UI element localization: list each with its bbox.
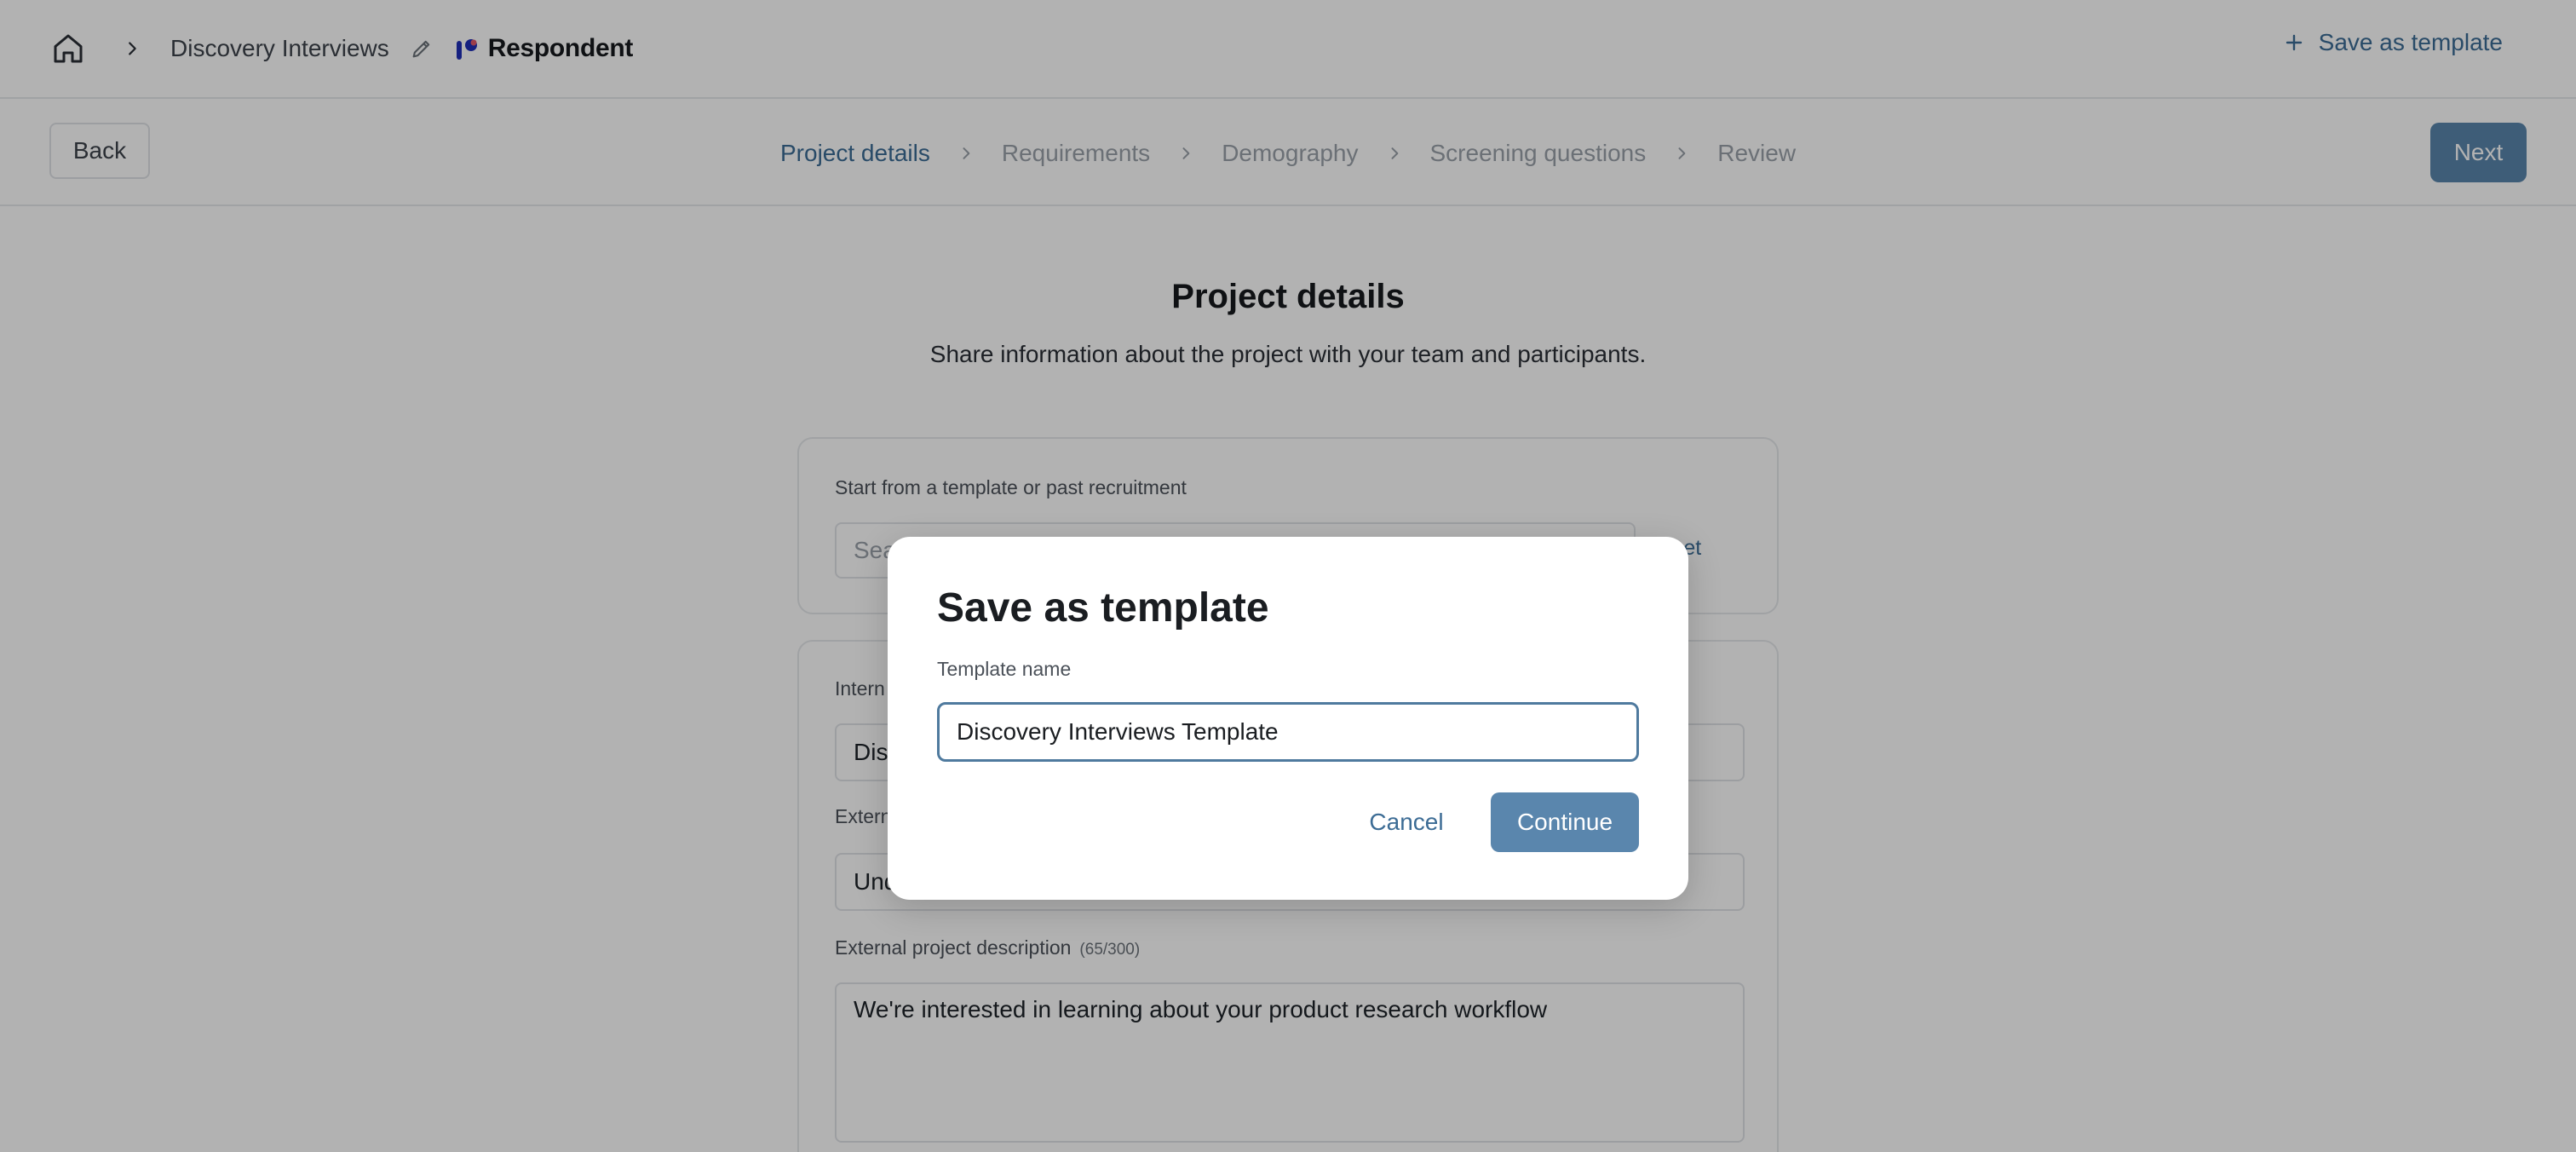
save-template-dialog: Save as template Template name Cancel Co…: [888, 537, 1688, 900]
continue-button[interactable]: Continue: [1491, 792, 1639, 852]
dialog-title: Save as template: [937, 585, 1269, 631]
cancel-button[interactable]: Cancel: [1351, 792, 1462, 852]
template-name-input[interactable]: [937, 702, 1639, 762]
template-name-label: Template name: [937, 658, 1072, 680]
app-root: Discovery Interviews Respondent Save as …: [0, 0, 2576, 1152]
